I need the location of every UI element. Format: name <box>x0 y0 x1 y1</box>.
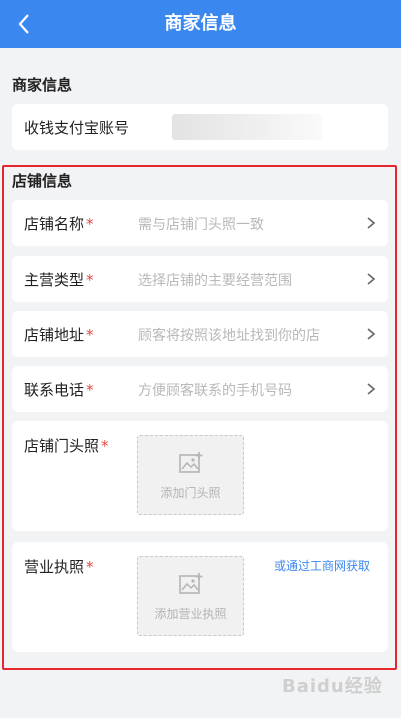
nav-bar: 商家信息 <box>0 0 401 48</box>
chevron-right-icon <box>367 328 376 340</box>
required-mark: * <box>101 437 109 455</box>
storefront-photo-upload[interactable]: 添加门头照 <box>137 435 244 515</box>
store-name-label: 店铺名称 <box>24 215 85 233</box>
store-name-row[interactable]: 店铺名称 * 需与店铺门头照一致 <box>12 200 388 246</box>
store-section-title: 店铺信息 <box>12 172 73 190</box>
store-address-label: 店铺地址 <box>24 326 85 344</box>
alipay-account-value-blurred <box>172 114 322 140</box>
storefront-photo-label: 店铺门头照 <box>24 437 100 455</box>
business-type-placeholder: 选择店铺的主要经营范围 <box>138 273 292 289</box>
business-license-upload[interactable]: 添加营业执照 <box>137 556 244 636</box>
storefront-photo-row: 店铺门头照 * 添加门头照 <box>12 421 388 531</box>
business-license-label: 营业执照 <box>24 558 85 576</box>
license-upload-label: 添加营业执照 <box>154 607 227 621</box>
required-mark: * <box>86 326 94 344</box>
business-type-row[interactable]: 主营类型 * 选择店铺的主要经营范围 <box>12 256 388 302</box>
store-name-placeholder: 需与店铺门头照一致 <box>138 217 264 233</box>
contact-phone-row[interactable]: 联系电话 * 方便顾客联系的手机号码 <box>12 366 388 412</box>
storefront-upload-label: 添加门头照 <box>160 486 221 500</box>
store-address-placeholder: 顾客将按照该地址找到你的店 <box>138 328 320 344</box>
required-mark: * <box>86 381 94 399</box>
add-image-icon <box>179 452 203 473</box>
alipay-account-label: 收钱支付宝账号 <box>24 119 130 137</box>
alipay-account-row[interactable]: 收钱支付宝账号 <box>12 104 388 150</box>
get-license-link[interactable]: 或通过工商网获取 <box>274 557 370 574</box>
merchant-section-title: 商家信息 <box>12 76 73 94</box>
watermark: Baidu经验 <box>282 676 383 697</box>
business-type-label: 主营类型 <box>24 271 85 289</box>
chevron-right-icon <box>367 383 376 395</box>
required-mark: * <box>86 558 94 576</box>
business-license-row: 营业执照 * 或通过工商网获取 添加营业执照 <box>12 542 388 652</box>
add-image-icon <box>179 573 203 594</box>
required-mark: * <box>86 215 94 233</box>
required-mark: * <box>86 271 94 289</box>
contact-phone-label: 联系电话 <box>24 381 85 399</box>
store-address-row[interactable]: 店铺地址 * 顾客将按照该地址找到你的店 <box>12 311 388 357</box>
page-title: 商家信息 <box>164 13 237 34</box>
chevron-right-icon <box>367 273 376 285</box>
chevron-right-icon <box>367 217 376 229</box>
contact-phone-placeholder: 方便顾客联系的手机号码 <box>138 383 292 399</box>
